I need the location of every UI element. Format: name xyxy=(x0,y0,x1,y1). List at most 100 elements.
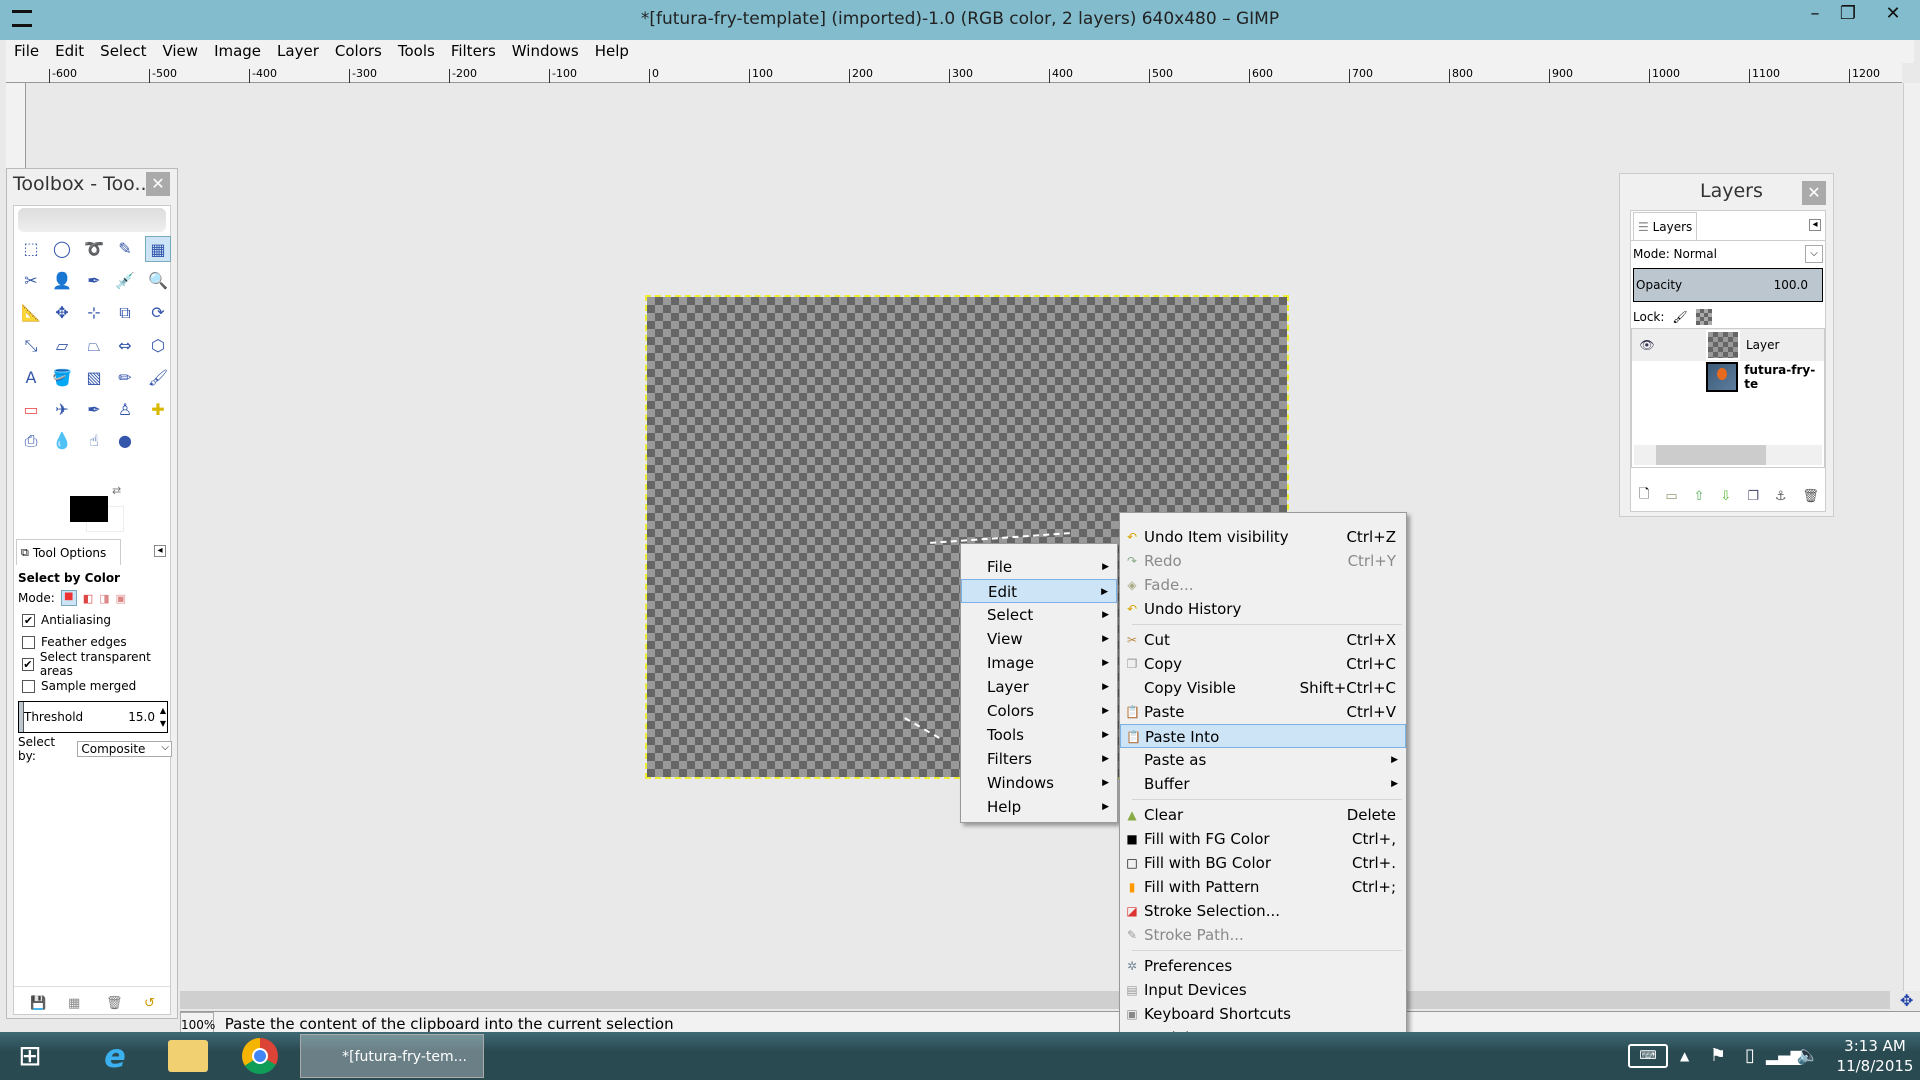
checkbox-box[interactable] xyxy=(22,679,35,693)
flip-tool-icon[interactable]: ⇔ xyxy=(112,333,138,359)
reset-options-icon[interactable]: ↺ xyxy=(144,996,155,1011)
measure-tool-icon[interactable]: 📐 xyxy=(18,300,44,326)
edit-menu-fill-with-pattern[interactable]: ▮ Fill with Pattern Ctrl+; xyxy=(1120,875,1406,899)
menu-file[interactable]: File xyxy=(6,40,47,63)
scissors-tool-icon[interactable]: ✂ xyxy=(18,268,44,294)
checkbox-box[interactable]: ✔ xyxy=(22,613,35,627)
color-picker-tool-icon[interactable]: 💉 xyxy=(112,268,138,294)
blur-tool-icon[interactable]: 💧 xyxy=(49,428,75,454)
scale-tool-icon[interactable]: ⤡ xyxy=(18,333,44,359)
context-menu-filters[interactable]: Filters ▶ xyxy=(961,747,1117,771)
edit-menu-paste-into[interactable]: 📋 Paste Into xyxy=(1120,724,1406,748)
context-menu-help[interactable]: Help ▶ xyxy=(961,795,1117,819)
threshold-spin-icon[interactable]: ▲ ▼ xyxy=(160,704,166,730)
eraser-tool-icon[interactable]: ▭ xyxy=(18,397,44,423)
rect-select-tool-icon[interactable]: ⬚ xyxy=(18,236,44,262)
anchor-layer-icon[interactable]: ⚓ xyxy=(1775,489,1787,504)
context-menu-layer[interactable]: Layer ▶ xyxy=(961,675,1117,699)
tab-menu-icon[interactable]: ◂ xyxy=(154,545,166,557)
edit-menu-copy[interactable]: ❐ Copy Ctrl+C xyxy=(1120,652,1406,676)
delete-options-icon[interactable]: 🗑 xyxy=(106,996,123,1011)
layer-row[interactable]: futura-fry-te xyxy=(1632,361,1824,393)
action-center-flag-icon[interactable]: ⚑ xyxy=(1706,1036,1730,1076)
windows-start-icon[interactable]: ⊞ xyxy=(10,1036,50,1076)
edit-menu-clear[interactable]: ▲ Clear Delete xyxy=(1120,803,1406,827)
menu-edit[interactable]: Edit xyxy=(47,40,92,63)
fuzzy-select-tool-icon[interactable]: ✎ xyxy=(112,236,138,262)
zoom-tool-icon[interactable]: 🔍 xyxy=(145,268,171,294)
internet-explorer-icon[interactable]: e xyxy=(90,1036,140,1076)
heal-tool-icon[interactable]: ✚ xyxy=(145,397,171,423)
paintbrush-tool-icon[interactable]: 🖌 xyxy=(145,365,171,391)
ink-tool-icon[interactable]: ✒ xyxy=(81,397,107,423)
layer-list-scrollbar[interactable] xyxy=(1634,445,1822,465)
menu-image[interactable]: Image xyxy=(206,40,269,63)
delete-layer-icon[interactable]: 🗑 xyxy=(1802,489,1819,504)
file-explorer-icon[interactable] xyxy=(168,1040,208,1072)
foreground-color-swatch[interactable] xyxy=(70,496,108,522)
raise-layer-icon[interactable]: ⇧ xyxy=(1694,489,1705,504)
context-menu-view[interactable]: View ▶ xyxy=(961,627,1117,651)
mode-add-icon[interactable]: ◧ xyxy=(83,592,93,605)
context-menu-file[interactable]: File ▶ xyxy=(961,555,1117,579)
select-transparent-checkbox[interactable]: ✔ Select transparent areas xyxy=(22,650,172,678)
tool-options-tab[interactable]: Tool Options xyxy=(33,546,106,560)
vertical-scrollbar[interactable] xyxy=(1903,83,1920,991)
edit-menu-preferences[interactable]: ✲ Preferences xyxy=(1120,954,1406,978)
select-by-dropdown[interactable]: Composite ⌵ xyxy=(77,741,172,757)
pencil-tool-icon[interactable]: ✏ xyxy=(112,365,138,391)
menu-help[interactable]: Help xyxy=(587,40,637,63)
menu-windows[interactable]: Windows xyxy=(504,40,587,63)
restore-options-icon[interactable]: ▦ xyxy=(68,996,80,1011)
ellipse-select-tool-icon[interactable]: ◯ xyxy=(49,236,75,262)
menu-view[interactable]: View xyxy=(154,40,206,63)
duplicate-layer-icon[interactable]: ❐ xyxy=(1747,489,1759,504)
lower-layer-icon[interactable]: ⇩ xyxy=(1720,489,1731,504)
show-hidden-icons-icon[interactable]: ▲ xyxy=(1680,1036,1689,1076)
edit-menu-keyboard-shortcuts[interactable]: ▣ Keyboard Shortcuts xyxy=(1120,1002,1406,1026)
edit-menu-undo-item-visibility[interactable]: ↶ Undo Item visibility Ctrl+Z xyxy=(1120,525,1406,549)
layer-mode-dropdown[interactable]: Mode: Normal ⌵ xyxy=(1633,243,1823,265)
clock[interactable]: 3:13 AM 11/8/2015 xyxy=(1830,1036,1920,1076)
edit-menu-copy-visible[interactable]: Copy Visible Shift+Ctrl+C xyxy=(1120,676,1406,700)
threshold-slider[interactable]: Threshold 15.0 ▲ ▼ xyxy=(18,701,168,733)
context-menu-image[interactable]: Image ▶ xyxy=(961,651,1117,675)
lock-pixels-icon[interactable]: 🖌 xyxy=(1672,310,1687,324)
mode-replace-icon[interactable]: ■ xyxy=(60,590,77,606)
dodge-burn-tool-icon[interactable]: ● xyxy=(112,428,138,454)
edit-menu-stroke-selection[interactable]: ◪ Stroke Selection... xyxy=(1120,899,1406,923)
menu-filters[interactable]: Filters xyxy=(443,40,504,63)
clone-tool-icon[interactable]: ♙ xyxy=(112,397,138,423)
bucket-fill-tool-icon[interactable]: 🪣 xyxy=(49,365,75,391)
edit-menu-fill-with-fg-color[interactable]: ■ Fill with FG Color Ctrl+, xyxy=(1120,827,1406,851)
touch-keyboard-icon[interactable]: ⌨ xyxy=(1628,1044,1668,1068)
edit-menu-cut[interactable]: ✂ Cut Ctrl+X xyxy=(1120,628,1406,652)
volume-icon[interactable]: 🔈 xyxy=(1796,1036,1820,1076)
close-button[interactable]: ✕ xyxy=(1873,0,1913,30)
mode-intersect-icon[interactable]: ▣ xyxy=(116,592,126,605)
sample-merged-checkbox[interactable]: Sample merged xyxy=(22,675,172,697)
swap-colors-icon[interactable]: ⇄ xyxy=(112,484,121,497)
edit-menu-paste-as[interactable]: Paste as ▶ xyxy=(1120,748,1406,772)
chrome-icon[interactable] xyxy=(242,1038,278,1074)
new-group-icon[interactable]: ▭ xyxy=(1665,489,1677,504)
menu-select[interactable]: Select xyxy=(92,40,154,63)
layer-row[interactable]: 👁 Layer xyxy=(1632,329,1824,361)
paths-tool-icon[interactable]: ✒ xyxy=(81,268,107,294)
crop-tool-icon[interactable]: ⧉ xyxy=(112,300,138,326)
rotate-tool-icon[interactable]: ⟳ xyxy=(145,300,171,326)
cage-tool-icon[interactable]: ⬡ xyxy=(145,333,171,359)
maximize-button[interactable]: ❐ xyxy=(1828,0,1868,30)
antialiasing-checkbox[interactable]: ✔ Antialiasing xyxy=(22,609,172,631)
menu-layer[interactable]: Layer xyxy=(269,40,327,63)
menu-colors[interactable]: Colors xyxy=(327,40,390,63)
edit-menu-fill-with-bg-color[interactable]: □ Fill with BG Color Ctrl+. xyxy=(1120,851,1406,875)
context-menu-edit[interactable]: Edit ▶ xyxy=(961,579,1117,603)
opacity-slider[interactable]: Opacity 100.0 xyxy=(1633,268,1823,302)
tab-menu-icon[interactable]: ◂ xyxy=(1809,219,1821,231)
layers-tab[interactable]: ☰ Layers xyxy=(1633,212,1697,240)
perspective-tool-icon[interactable]: ⏢ xyxy=(81,333,107,359)
shear-tool-icon[interactable]: ▱ xyxy=(49,333,75,359)
edit-menu-undo-history[interactable]: ↶ Undo History xyxy=(1120,597,1406,621)
text-tool-icon[interactable]: A xyxy=(18,365,44,391)
